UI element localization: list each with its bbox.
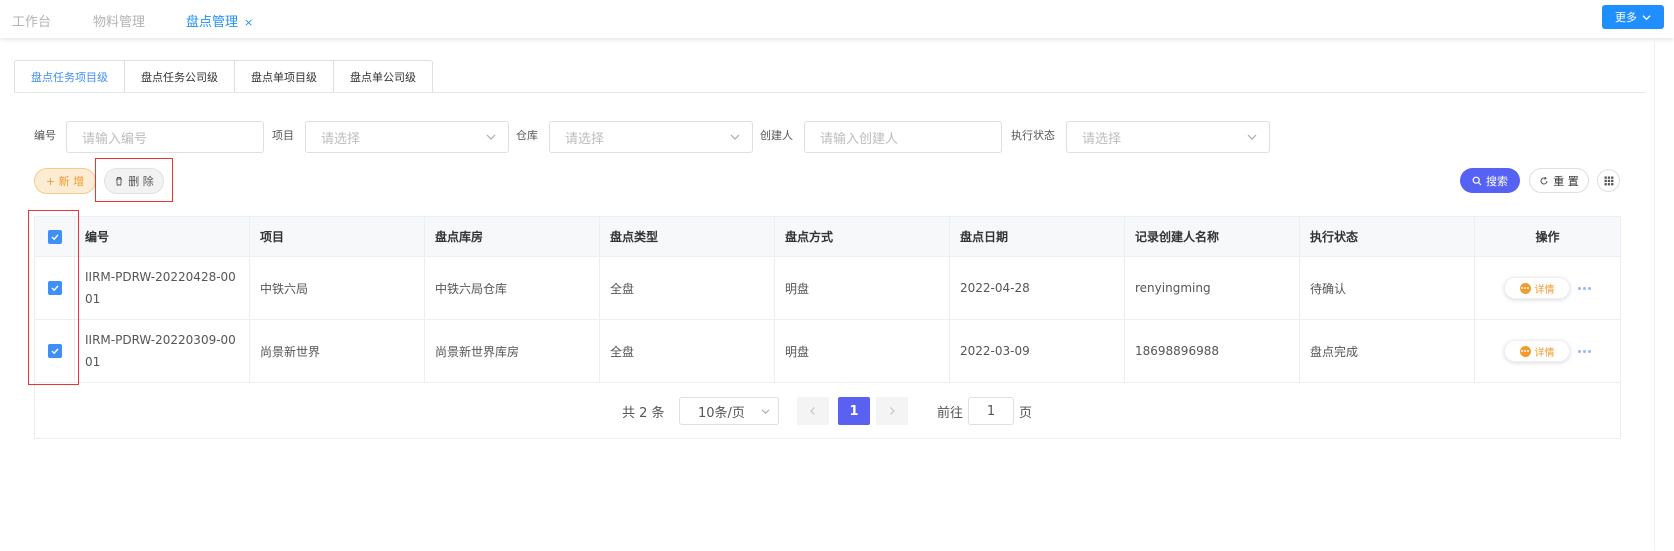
project-placeholder: 请选择 <box>321 131 361 147</box>
more-circle-icon <box>1519 282 1531 294</box>
cell-method: 明盘 <box>775 257 950 319</box>
warehouse-select[interactable]: 请选择 <box>549 121 753 153</box>
header-code[interactable]: 编号 <box>75 217 250 256</box>
add-button[interactable]: + 新 增 <box>34 168 96 194</box>
project-select[interactable]: 请选择 <box>305 121 509 153</box>
reset-button-label: 重 置 <box>1553 174 1579 188</box>
highlight-box-checkboxes <box>28 210 79 385</box>
subtab-task-company[interactable]: 盘点任务公司级 <box>125 60 235 93</box>
status-placeholder: 请选择 <box>1082 131 1122 147</box>
more-circle-icon <box>1519 345 1531 357</box>
refresh-icon <box>1540 176 1548 184</box>
table-row[interactable]: IIRM-PDRW-20220428-0001 中铁六局 中铁六局仓库 全盘 明… <box>35 257 1620 320</box>
goto-page-value: 1 <box>986 403 996 419</box>
page-size-select[interactable]: 10条/页 <box>679 397 779 425</box>
top-tab-bar: 工作台 物料管理 盘点管理 × 更多 <box>0 0 1674 38</box>
chevron-left-icon <box>810 407 815 415</box>
more-actions-icon[interactable] <box>1578 349 1591 353</box>
cell-warehouse: 中铁六局仓库 <box>425 257 600 319</box>
code-input[interactable]: 请输入编号 <box>66 121 264 153</box>
code-placeholder: 请输入编号 <box>82 131 148 147</box>
subtab-sheet-company[interactable]: 盘点单公司级 <box>334 60 433 93</box>
chevron-down-icon <box>761 409 770 415</box>
subtab-sheet-project[interactable]: 盘点单项目级 <box>235 60 334 93</box>
status-label: 执行状态 <box>1011 129 1055 142</box>
more-button-label: 更多 <box>1615 11 1637 24</box>
header-status[interactable]: 执行状态 <box>1300 217 1475 256</box>
reset-button[interactable]: 重 置 <box>1529 168 1589 193</box>
cell-status: 盘点完成 <box>1300 320 1475 382</box>
detail-button-label: 详情 <box>1534 284 1555 296</box>
detail-button-label: 详情 <box>1534 347 1555 359</box>
cell-creator: renyingming <box>1125 257 1300 319</box>
search-button[interactable]: 搜索 <box>1460 168 1520 193</box>
cell-date: 2022-03-09 <box>950 320 1125 382</box>
chevron-down-icon <box>1642 14 1651 20</box>
scrollbar-track <box>1654 40 1655 550</box>
cell-project: 中铁六局 <box>250 257 425 319</box>
cell-creator: 18698896988 <box>1125 320 1300 382</box>
pagination-total: 共 2 条 <box>622 406 665 421</box>
status-select[interactable]: 请选择 <box>1066 121 1270 153</box>
cell-status: 待确认 <box>1300 257 1475 319</box>
more-button[interactable]: 更多 <box>1602 5 1664 29</box>
chevron-right-icon <box>890 407 895 415</box>
page-suffix-label: 页 <box>1019 406 1033 421</box>
grid-icon <box>1604 176 1613 185</box>
chevron-down-icon <box>486 134 496 140</box>
cell-code: IIRM-PDRW-20220309-0001 <box>75 320 250 382</box>
creator-label: 创建人 <box>760 129 793 142</box>
prev-page-button[interactable] <box>797 397 829 425</box>
subtab-task-project[interactable]: 盘点任务项目级 <box>14 60 125 93</box>
cell-method: 明盘 <box>775 320 950 382</box>
highlight-box-delete <box>95 158 173 202</box>
more-actions-icon[interactable] <box>1578 286 1591 290</box>
column-settings-button[interactable] <box>1597 169 1620 192</box>
header-warehouse[interactable]: 盘点库房 <box>425 217 600 256</box>
sub-tabs: 盘点任务项目级 盘点任务公司级 盘点单项目级 盘点单公司级 <box>14 60 433 93</box>
detail-button[interactable]: 详情 <box>1504 340 1570 362</box>
chevron-down-icon <box>1247 134 1257 140</box>
cell-operations: 详情 <box>1475 320 1620 382</box>
project-label: 项目 <box>272 129 294 142</box>
header-date[interactable]: 盘点日期 <box>950 217 1125 256</box>
cell-project: 尚景新世界 <box>250 320 425 382</box>
goto-page-input[interactable]: 1 <box>968 397 1014 425</box>
detail-button[interactable]: 详情 <box>1504 277 1570 299</box>
cell-warehouse: 尚景新世界库房 <box>425 320 600 382</box>
code-label: 编号 <box>34 129 56 142</box>
cell-operations: 详情 <box>1475 257 1620 319</box>
creator-input[interactable]: 请输入创建人 <box>804 121 1002 153</box>
tab-inventory-management-label: 盘点管理 <box>186 15 239 30</box>
warehouse-placeholder: 请选择 <box>565 131 605 147</box>
header-project[interactable]: 项目 <box>250 217 425 256</box>
header-creator[interactable]: 记录创建人名称 <box>1125 217 1300 256</box>
cell-date: 2022-04-28 <box>950 257 1125 319</box>
add-button-label: + 新 增 <box>45 175 85 188</box>
search-icon <box>1472 176 1482 185</box>
goto-label: 前往 <box>937 406 964 421</box>
close-icon[interactable]: × <box>244 16 253 29</box>
search-button-label: 搜索 <box>1486 174 1508 188</box>
creator-placeholder: 请输入创建人 <box>820 131 899 147</box>
tab-workbench[interactable]: 工作台 <box>12 11 51 30</box>
cell-type: 全盘 <box>600 257 775 319</box>
page-size-value: 10条/页 <box>698 405 745 421</box>
header-operations: 操作 <box>1535 230 1560 244</box>
header-method[interactable]: 盘点方式 <box>775 217 950 256</box>
table-row[interactable]: IIRM-PDRW-20220309-0001 尚景新世界 尚景新世界库房 全盘… <box>35 320 1620 383</box>
table-header: 编号 项目 盘点库房 盘点类型 盘点方式 盘点日期 记录创建人名称 执行状态 操… <box>35 217 1620 257</box>
warehouse-label: 仓库 <box>516 129 538 142</box>
tab-material-management[interactable]: 物料管理 <box>93 11 145 30</box>
cell-code: IIRM-PDRW-20220428-0001 <box>75 257 250 319</box>
page-button-1[interactable]: 1 <box>838 397 870 425</box>
subtab-divider <box>14 92 1646 93</box>
next-page-button[interactable] <box>876 397 908 425</box>
chevron-down-icon <box>730 134 740 140</box>
tab-inventory-management[interactable]: 盘点管理 × <box>186 11 253 30</box>
cell-type: 全盘 <box>600 320 775 382</box>
header-type[interactable]: 盘点类型 <box>600 217 775 256</box>
